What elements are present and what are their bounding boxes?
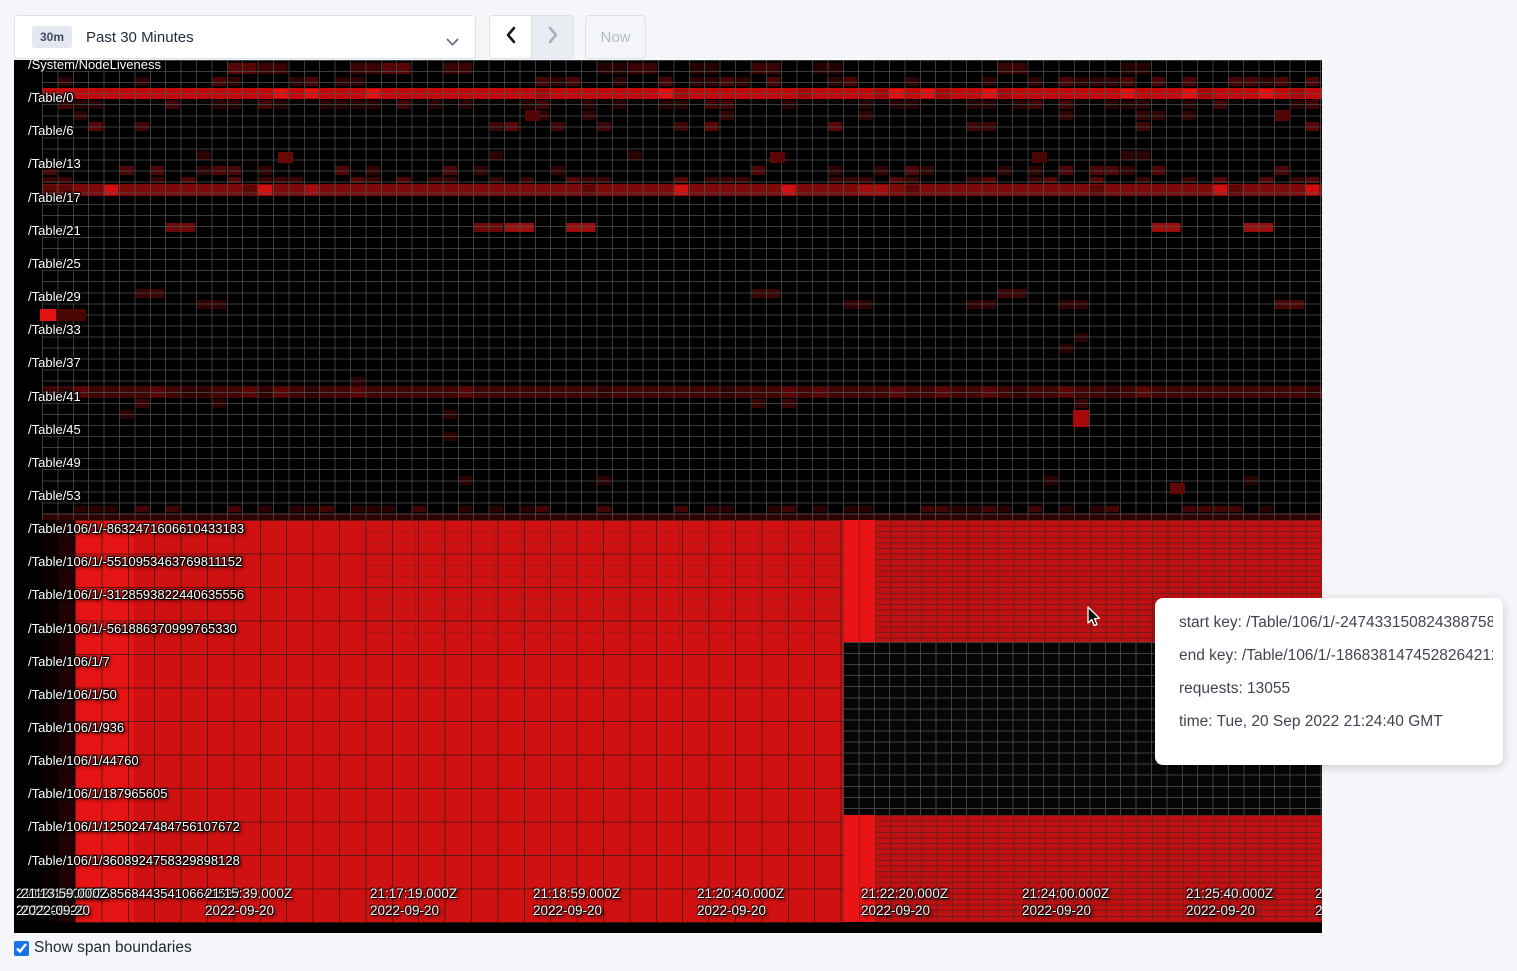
now-button[interactable]: Now (585, 15, 646, 59)
span-boundaries-checkbox[interactable] (14, 941, 29, 956)
prev-time-button[interactable] (490, 16, 531, 58)
tooltip-end-key: end key: /Table/106/1/-18683814745282642… (1179, 647, 1493, 665)
now-button-label: Now (600, 29, 630, 46)
chevron-down-icon (446, 34, 459, 52)
tooltip-time: time: Tue, 20 Sep 2022 21:24:40 GMT (1179, 713, 1493, 731)
toolbar: 30m Past 30 Minutes Now (0, 0, 1517, 60)
tooltip-start-key: start key: /Table/106/1/-247433150824388… (1179, 614, 1493, 632)
time-range-badge: 30m (32, 26, 72, 48)
chevron-right-icon (546, 26, 560, 49)
time-nav-group (489, 15, 574, 59)
key-visualizer-heatmap[interactable]: /System/NodeLiveness/Table/0/Table/6/Tab… (14, 60, 1322, 933)
tooltip-requests: requests: 13055 (1179, 680, 1493, 698)
next-time-button[interactable] (531, 16, 573, 58)
time-range-label: Past 30 Minutes (86, 29, 194, 46)
footer: Show span boundaries (14, 939, 192, 957)
chevron-left-icon (504, 26, 518, 49)
cell-tooltip: start key: /Table/106/1/-247433150824388… (1155, 598, 1503, 765)
time-range-select[interactable]: 30m Past 30 Minutes (14, 15, 476, 59)
span-boundaries-label[interactable]: Show span boundaries (34, 939, 192, 957)
